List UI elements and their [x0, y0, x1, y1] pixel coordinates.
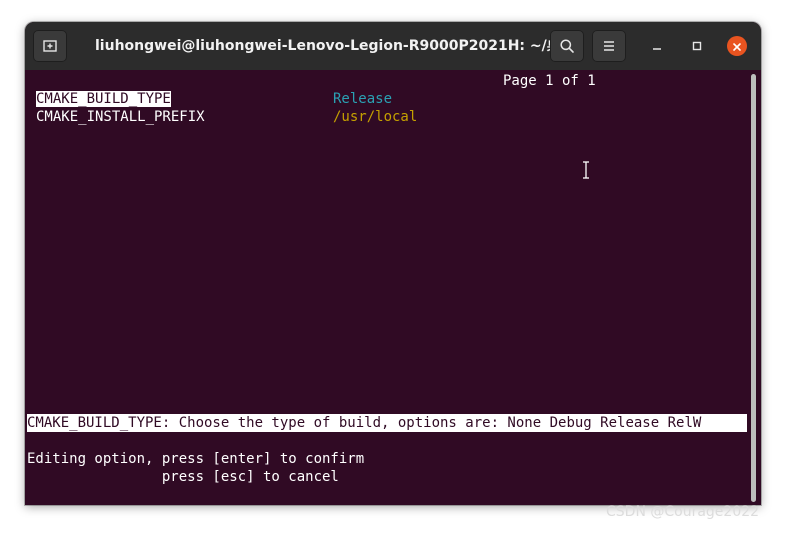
status-line-cancel: press [esc] to cancel — [27, 469, 339, 485]
option-value-install-prefix[interactable]: /usr/local — [333, 108, 417, 126]
close-icon — [732, 37, 742, 56]
maximize-icon — [691, 37, 703, 56]
minimize-button[interactable] — [647, 36, 667, 56]
text-cursor-icon — [581, 161, 591, 183]
minimize-icon — [651, 37, 663, 56]
new-tab-button[interactable] — [33, 30, 67, 62]
terminal-content[interactable]: Page 1 of 1 CMAKE_BUILD_TYPE Release CMA… — [25, 70, 749, 505]
close-button[interactable] — [727, 36, 747, 56]
vertical-scrollbar[interactable] — [751, 74, 756, 502]
status-line-confirm: Editing option, press [enter] to confirm — [27, 451, 365, 467]
title-bar: liuhongwei@liuhongwei-Lenovo-Legion-R900… — [25, 22, 761, 70]
terminal-window: liuhongwei@liuhongwei-Lenovo-Legion-R900… — [25, 22, 761, 505]
option-value-build-type[interactable]: Release — [333, 90, 392, 108]
menu-button[interactable] — [592, 30, 626, 62]
option-name-install-prefix[interactable]: CMAKE_INSTALL_PREFIX — [36, 108, 205, 126]
maximize-button[interactable] — [687, 36, 707, 56]
search-button[interactable] — [550, 30, 584, 62]
watermark-text: CSDN @Courage2022 — [606, 504, 760, 520]
window-title: liuhongwei@liuhongwei-Lenovo-Legion-R900… — [95, 38, 550, 54]
page-indicator: Page 1 of 1 — [503, 73, 596, 89]
search-icon — [559, 38, 575, 54]
option-help-text: CMAKE_BUILD_TYPE: Choose the type of bui… — [27, 414, 747, 432]
selected-option-highlight: CMAKE_BUILD_TYPE — [36, 91, 171, 107]
new-tab-icon — [42, 38, 58, 54]
option-name-build-type[interactable]: CMAKE_BUILD_TYPE — [36, 90, 171, 108]
hamburger-menu-icon — [602, 39, 616, 53]
